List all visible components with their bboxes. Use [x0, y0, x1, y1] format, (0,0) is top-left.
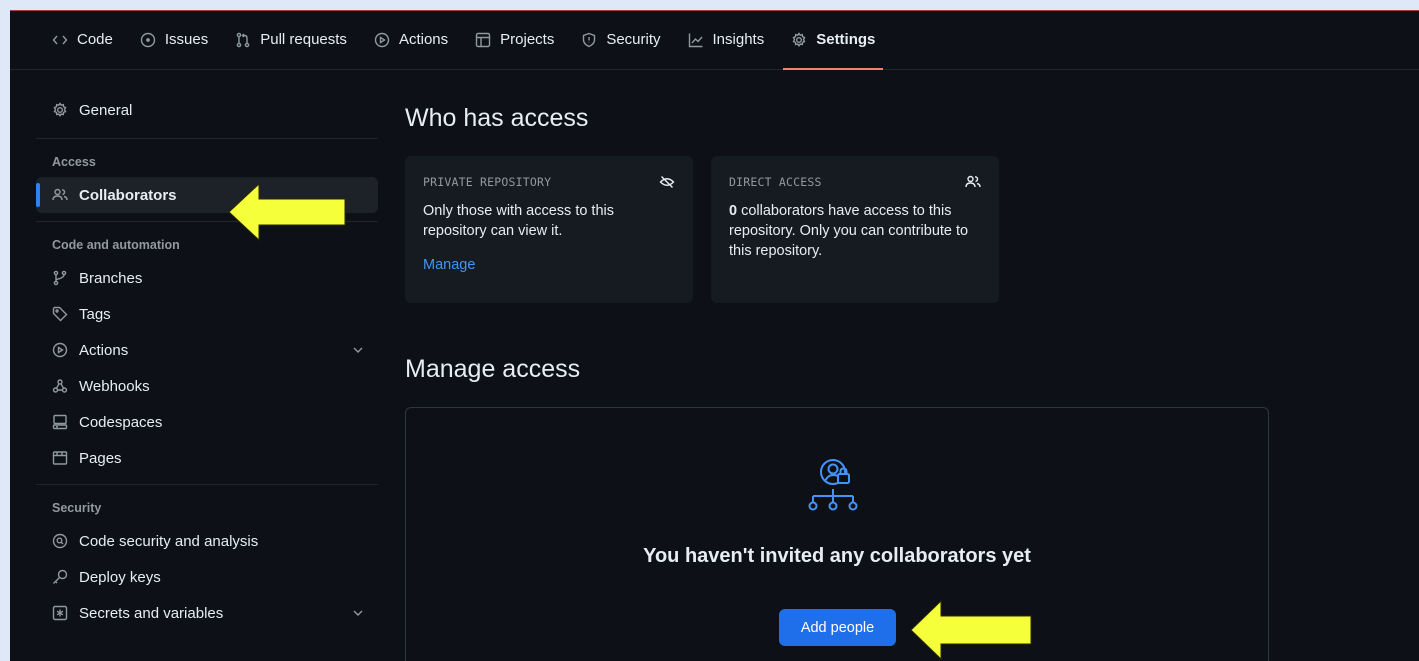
pull-request-icon [236, 32, 250, 47]
tab-label: Security [606, 31, 661, 48]
tab-label: Settings [816, 31, 876, 48]
issue-icon [140, 32, 156, 47]
sidebar-item-label: Collaborators [79, 186, 177, 204]
tab-label: Actions [398, 31, 449, 48]
sidebar-group-access: Access [52, 155, 96, 169]
gear-icon [53, 102, 67, 118]
sidebar-item-secrets[interactable]: Secrets and variables [36, 595, 378, 631]
tag-icon [52, 306, 68, 322]
direct-access-description: collaborators have access to this reposi… [729, 203, 969, 259]
manage-access-panel: You haven't invited any collaborators ye… [405, 407, 1269, 661]
sidebar-item-label: Webhooks [79, 377, 150, 395]
table-icon [475, 32, 491, 47]
people-icon [52, 188, 68, 201]
empty-state-title: You haven't invited any collaborators ye… [643, 545, 1031, 567]
sidebar-item-label: Branches [79, 269, 143, 287]
chevron-down-icon [353, 347, 363, 353]
tab-label: Code [77, 31, 113, 48]
sidebar-group-security: Security [52, 501, 102, 515]
sidebar-item-pages[interactable]: Pages [36, 440, 378, 476]
sidebar-item-deploy-keys[interactable]: Deploy keys [36, 559, 378, 595]
codescan-icon [52, 533, 68, 549]
card-label: PRIVATE REPOSITORY [423, 174, 675, 190]
gear-icon [792, 31, 806, 47]
tab-security[interactable]: Security [573, 10, 668, 70]
collaborator-count: 0 [729, 203, 738, 219]
github-settings-window: Code Issues Pull requests Actions Projec… [10, 10, 1419, 661]
play-icon [374, 32, 390, 47]
card-label: DIRECT ACCESS [729, 174, 981, 190]
tab-actions[interactable]: Actions [366, 10, 456, 70]
asterisk-icon [52, 605, 68, 621]
sidebar-divider [36, 138, 378, 139]
eye-closed-icon [659, 176, 675, 188]
sidebar-item-webhooks[interactable]: Webhooks [36, 368, 378, 404]
settings-sidebar: General Access Collaborators Code and au… [36, 92, 378, 631]
sidebar-item-codespaces[interactable]: Codespaces [36, 404, 378, 440]
sidebar-item-label: Secrets and variables [79, 604, 224, 622]
person-lock-org-icon [808, 459, 858, 511]
tab-code[interactable]: Code [44, 10, 121, 70]
manage-link[interactable]: Manage [423, 257, 475, 273]
tab-issues[interactable]: Issues [132, 10, 216, 70]
private-repository-label: PRIVATE REPOSITORY [423, 175, 552, 189]
webhook-icon [52, 379, 68, 393]
sidebar-item-label: Deploy keys [79, 568, 161, 586]
key-icon [53, 569, 68, 584]
private-repository-card: PRIVATE REPOSITORY Only those with acces… [405, 156, 693, 303]
direct-access-label: DIRECT ACCESS [729, 175, 822, 189]
direct-access-text: 0 collaborators have access to this repo… [729, 201, 981, 261]
tab-projects[interactable]: Projects [467, 10, 562, 70]
sidebar-item-general[interactable]: General [36, 92, 378, 128]
sidebar-item-branches[interactable]: Branches [36, 260, 378, 296]
people-icon [965, 175, 981, 188]
private-repository-text: Only those with access to this repositor… [423, 203, 614, 239]
tab-settings[interactable]: Settings [783, 10, 884, 70]
sidebar-item-label: Code security and analysis [79, 532, 259, 550]
sidebar-item-label: General [79, 101, 133, 119]
sidebar-item-code-security[interactable]: Code security and analysis [36, 523, 378, 559]
direct-access-card: DIRECT ACCESS 0 collaborators have acces… [711, 156, 999, 303]
tab-label: Issues [164, 31, 209, 48]
play-icon [52, 342, 68, 358]
codespaces-icon [52, 414, 68, 430]
add-people-button[interactable]: Add people [779, 609, 896, 646]
browser-icon [52, 451, 68, 465]
branch-icon [53, 270, 67, 286]
annotation-arrow-icon [910, 599, 1032, 661]
chevron-down-icon [353, 610, 363, 616]
sidebar-divider [36, 484, 378, 485]
annotation-arrow-icon [228, 182, 346, 242]
tab-insights[interactable]: Insights [680, 10, 773, 70]
sidebar-item-tags[interactable]: Tags [36, 296, 378, 332]
who-has-access-heading: Who has access [405, 104, 589, 132]
tab-label: Pull requests [260, 31, 347, 48]
manage-access-heading: Manage access [405, 355, 581, 383]
graph-icon [688, 33, 703, 47]
sidebar-item-label: Actions [79, 341, 129, 359]
sidebar-item-label: Pages [79, 449, 122, 467]
code-icon [52, 35, 68, 44]
sidebar-item-label: Codespaces [79, 413, 163, 431]
sidebar-item-label: Tags [79, 305, 111, 323]
shield-icon [583, 32, 596, 47]
tab-label: Projects [500, 31, 555, 48]
tab-label: Insights [712, 31, 765, 48]
tab-pull-requests[interactable]: Pull requests [227, 10, 355, 70]
sidebar-item-actions[interactable]: Actions [36, 332, 378, 368]
repo-nav: Code Issues Pull requests Actions Projec… [10, 10, 1419, 70]
